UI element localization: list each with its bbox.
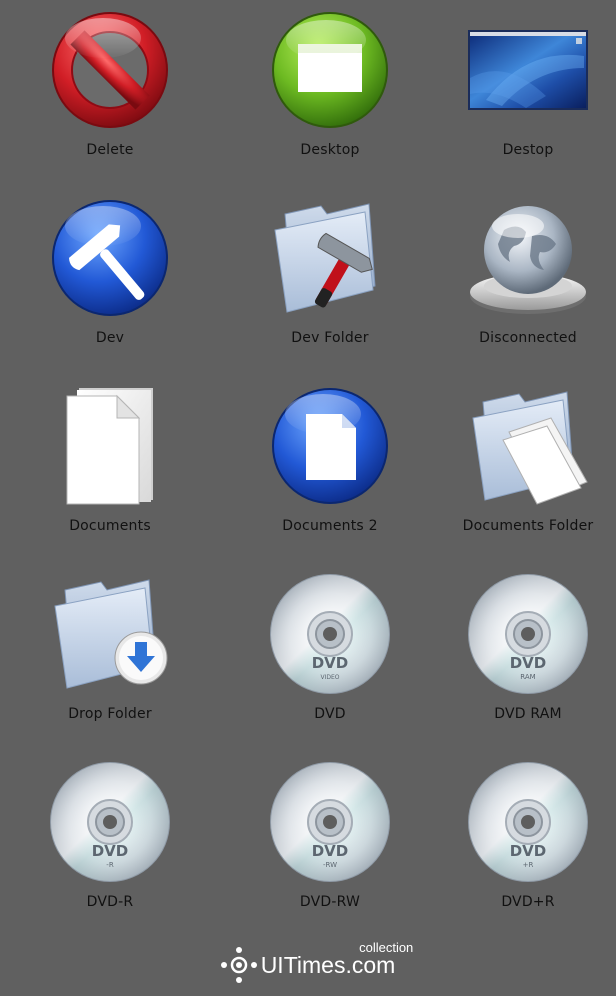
icon-item-documents-folder[interactable]: Documents Folder	[440, 376, 616, 564]
desktop-window-icon	[272, 12, 388, 128]
folder-hammer-icon	[274, 203, 376, 313]
dvd-sublabel: -RW	[323, 861, 337, 869]
icon-item-disconnected[interactable]: Disconnected	[440, 188, 616, 376]
dvd-sublabel: +R	[523, 861, 534, 869]
icon-label: DVD-R	[86, 894, 134, 910]
icon-item-dev[interactable]: Dev	[0, 188, 220, 376]
icon-item-dev-folder[interactable]: Dev Folder	[220, 188, 440, 376]
brand-name: UITimes.com	[260, 951, 396, 978]
dvd-icon: DVD VIDEO	[270, 574, 390, 694]
dvd-sublabel: VIDEO	[320, 674, 339, 681]
dvd-rw-icon: DVD -RW	[270, 762, 390, 882]
dvd-logo-text: DVD	[92, 842, 129, 860]
icon-label: DVD-RW	[299, 894, 361, 910]
hammer-icon	[52, 200, 168, 316]
dvd-sublabel: -R	[106, 861, 114, 869]
dvd-ram-icon: DVD RAM	[468, 574, 588, 694]
document-circle-icon	[272, 388, 388, 504]
icon-item-dvd-ram[interactable]: DVD RAM DVD RAM	[440, 564, 616, 752]
icon-item-dvd-rw[interactable]: DVD -RW DVD-RW	[220, 752, 440, 940]
icon-label: DVD+R	[501, 894, 555, 910]
dvd-logo-text: DVD	[510, 842, 547, 860]
icon-item-dvd-plus-r[interactable]: DVD +R DVD+R	[440, 752, 616, 940]
icon-label: Disconnected	[479, 330, 577, 346]
icon-label: Drop Folder	[68, 706, 152, 722]
folder-documents-icon	[472, 391, 588, 505]
icon-label: Documents	[69, 518, 151, 534]
icon-grid: Delete Desktop Destop Dev Dev Folder Dis…	[0, 0, 616, 940]
icon-item-destop[interactable]: Destop	[440, 0, 616, 188]
icon-item-drop-folder[interactable]: Drop Folder	[0, 564, 220, 752]
dvd-sublabel: RAM	[520, 673, 535, 681]
icon-label: Delete	[86, 142, 134, 158]
icon-label: Desktop	[300, 142, 360, 158]
icon-label: DVD	[314, 706, 346, 722]
icon-label: Dev	[95, 330, 125, 346]
footer: UITimes.com collection	[0, 940, 616, 985]
icon-label: Documents Folder	[462, 518, 594, 534]
icon-label: DVD RAM	[494, 706, 562, 722]
dvd-r-icon: DVD -R	[50, 762, 170, 882]
icon-item-documents-2[interactable]: Documents 2	[220, 376, 440, 564]
icon-label: Destop	[502, 142, 554, 158]
dvd-logo-text: DVD	[312, 654, 349, 672]
icon-label: Documents 2	[282, 518, 378, 534]
icon-label: Dev Folder	[291, 330, 369, 346]
uitimes-logo-icon	[220, 947, 257, 983]
folder-drop-icon	[54, 579, 168, 689]
icon-item-dvd-r[interactable]: DVD -R DVD-R	[0, 752, 220, 940]
no-entry-icon	[52, 12, 168, 128]
globe-icon	[470, 206, 586, 314]
icon-item-desktop[interactable]: Desktop	[220, 0, 440, 188]
brand-subtitle: collection	[359, 940, 414, 955]
brand[interactable]: UITimes.com collection	[220, 940, 413, 985]
icon-item-dvd[interactable]: DVD VIDEO DVD	[220, 564, 440, 752]
icon-item-delete[interactable]: Delete	[0, 0, 220, 188]
desktop-screen-icon	[468, 30, 588, 110]
dvd-plus-r-icon: DVD +R	[468, 762, 588, 882]
dvd-logo-text: DVD	[510, 654, 547, 672]
dvd-logo-text: DVD	[312, 842, 349, 860]
icon-item-documents[interactable]: Documents	[0, 376, 220, 564]
document-stack-icon	[66, 388, 153, 505]
